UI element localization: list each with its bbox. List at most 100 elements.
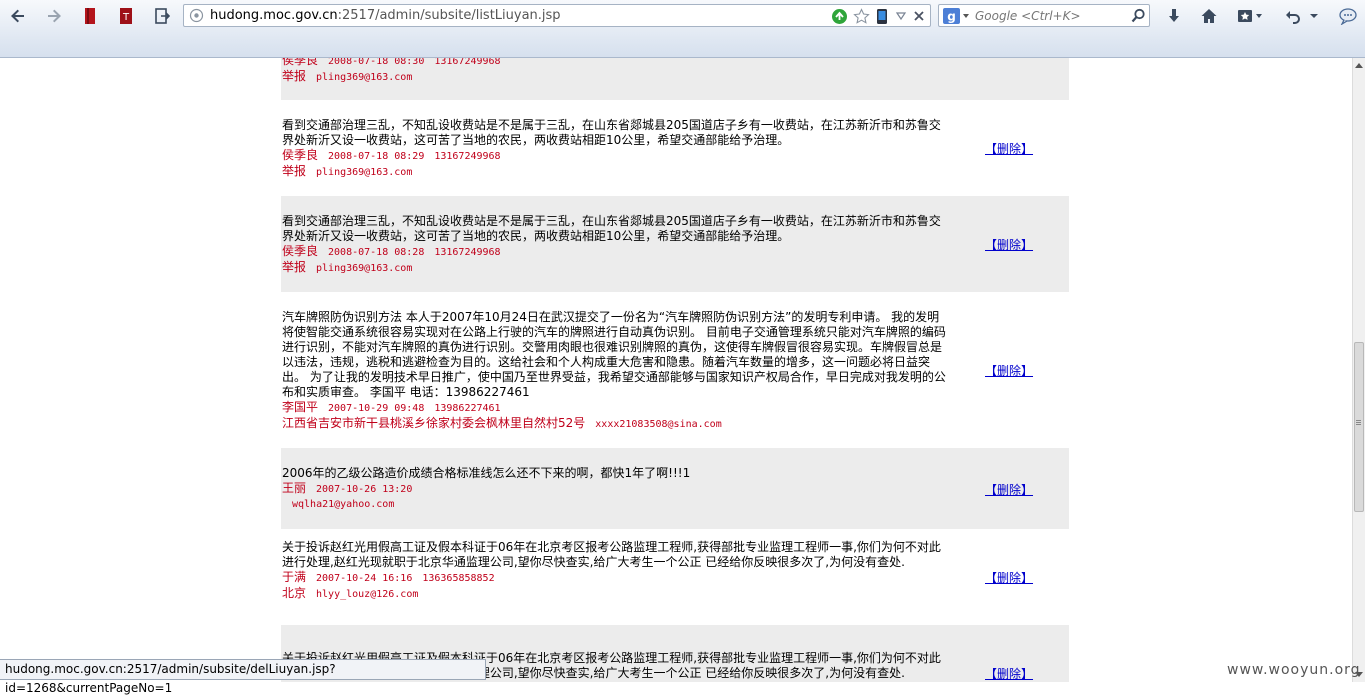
engine-dropdown-icon[interactable] <box>963 14 969 18</box>
author-email: xxxx21083508@sina.com <box>595 419 722 430</box>
bookmark-book-icon[interactable] <box>78 4 102 28</box>
message-author-line: 王丽 2007-10-26 13:20 <box>282 481 950 497</box>
post-time: 2008-07-18 08:28 <box>328 247 425 258</box>
delete-link[interactable]: 【删除】 <box>985 665 1033 682</box>
status-bar-link-preview: hudong.moc.gov.cn:2517/admin/subsite/del… <box>0 659 486 695</box>
search-placeholder: Google <Ctrl+K> <box>975 9 1081 23</box>
undo-dropdown-icon[interactable] <box>1305 4 1323 28</box>
scroll-grip-icon <box>1356 420 1361 421</box>
url-text[interactable]: hudong.moc.gov.cn:2517/admin/subsite/lis… <box>210 8 561 23</box>
scroll-thumb[interactable] <box>1354 342 1364 512</box>
home-icon[interactable] <box>1197 4 1221 28</box>
undo-arrow-icon[interactable] <box>1281 4 1305 28</box>
post-time: 2008-07-18 08:30 <box>328 58 425 67</box>
search-box[interactable]: g Google <Ctrl+K> <box>938 4 1150 27</box>
contact-location: 江西省吉安市新干县桃溪乡徐家村委会枫林里自然村52号 <box>282 416 586 430</box>
author-phone: 13986227461 <box>434 403 501 414</box>
message-contact-line: 举报 pling369@163.com <box>282 164 950 180</box>
author-name: 王丽 <box>282 481 307 495</box>
author-name: 于满 <box>282 570 307 584</box>
message-row: 看到交通部治理三乱，不知乱设收费站是不是属于三乱，在山东省郯城县205国道店子乡… <box>281 100 1069 196</box>
author-email: wqlha21@yahoo.com <box>292 499 395 510</box>
message-author-line: 于满 2007-10-24 16:16 13636585885​2 <box>282 570 950 586</box>
author-name: 侯季良 <box>282 244 319 258</box>
message-author-line: 侯季良 2008-07-18 08:28 13167249968 <box>282 244 950 260</box>
message-contact-line: 江西省吉安市新干县桃溪乡徐家村委会枫林里自然村52号 xxxx21083508@s… <box>282 416 950 432</box>
message-text: 看到交通部治理三乱，不知乱设收费站是不是属于三乱，在山东省郯城县205国道店子乡… <box>282 118 941 147</box>
message-contact-line: wqlha21@yahoo.com <box>282 497 950 512</box>
message-contact-line: 北京 hlyy_louz@126.com <box>282 586 950 602</box>
message-content: 汽车牌照防伪识别方法 本人于2007年10月24日在武汉提交了一份名为“汽车牌照… <box>282 310 950 432</box>
forward-arrow-icon[interactable] <box>42 4 66 28</box>
message-text: 看到交通部治理三乱，不知乱设收费站是不是属于三乱，在山东省郯城县205国道店子乡… <box>282 214 941 243</box>
message-author-line: 侯季良 2008-07-18 08:30 13167249968 <box>282 58 950 69</box>
message-author-line: 侯季良 2008-07-18 08:29 13167249968 <box>282 148 950 164</box>
author-name: 侯季良 <box>282 148 319 162</box>
page-viewport: 侯季良 2008-07-18 08:30 13167249968 举报 pling369… <box>0 58 1352 682</box>
back-arrow-icon[interactable] <box>6 4 30 28</box>
post-time: 2007-10-26 13:20 <box>316 484 413 495</box>
author-phone: 13167249968 <box>434 151 501 162</box>
message-row: 关于投诉赵红光用假高工证及假本科证于06年在北京考区报考公路监理工程师,获得部批… <box>281 529 1069 625</box>
svg-text:T: T <box>122 12 130 23</box>
contact-location: 举报 <box>282 69 307 83</box>
message-content: 2006年的乙级公路造价成绩合格标准线怎么还不下来的啊，都快1年了啊!!!1 王丽… <box>282 466 950 512</box>
author-email: pling369@163.com <box>316 167 413 178</box>
message-content: 看到交通部治理三乱，不知乱设收费站是不是属于三乱，在山东省郯城县205国道店子乡… <box>282 118 950 180</box>
google-g-icon[interactable]: g <box>943 8 960 28</box>
download-arrow-icon[interactable] <box>1162 4 1186 28</box>
author-email: pling369@163.com <box>316 263 413 274</box>
mobile-icon[interactable] <box>874 7 890 25</box>
message-content: 关于投诉赵红光用假高工证及假本科证于06年在北京考区报考公路监理工程师,获得部批… <box>282 540 950 602</box>
url-host: hudong.moc.gov.cn <box>210 8 338 23</box>
vertical-scrollbar[interactable] <box>1352 58 1365 682</box>
post-time: 2008-07-18 08:29 <box>328 151 425 162</box>
delete-link[interactable]: 【删除】 <box>985 481 1033 498</box>
post-time: 2007-10-24 16:16 <box>316 573 413 584</box>
delete-link[interactable]: 【删除】 <box>985 236 1033 253</box>
url-path: :2517/admin/subsite/listLiuyan.jsp <box>337 8 561 23</box>
message-author-line: 李国平 2007-10-29 09:48 13986227461 <box>282 400 950 416</box>
message-contact-line: 举报 pling369@163.com <box>282 260 950 276</box>
delete-link[interactable]: 【删除】 <box>985 362 1033 379</box>
browser-toolbar: T hudong.moc.gov.cn:2517/admin/subsite/l… <box>0 0 1365 58</box>
close-icon[interactable] <box>912 7 926 25</box>
delete-link[interactable]: 【删除】 <box>985 140 1033 157</box>
message-text: 2006年的乙级公路造价成绩合格标准线怎么还不下来的啊，都快1年了啊!!!1 <box>282 466 691 480</box>
bookmarks-menu-icon[interactable] <box>1234 4 1266 28</box>
globe-icon <box>189 8 204 27</box>
message-row: 2006年的乙级公路造价成绩合格标准线怎么还不下来的啊，都快1年了啊!!!1 王丽… <box>281 448 1069 529</box>
page-export-icon[interactable] <box>150 4 174 28</box>
watermark-text: www.wooyun.org <box>1227 662 1361 678</box>
author-name: 侯季良 <box>282 58 319 67</box>
dropdown-icon[interactable] <box>894 7 908 25</box>
scroll-up-arrow-icon[interactable] <box>1355 63 1363 68</box>
message-text: 汽车牌照防伪识别方法 本人于2007年10月24日在武汉提交了一份名为“汽车牌照… <box>282 310 946 399</box>
post-time: 2007-10-29 09:48 <box>328 403 425 414</box>
author-name: 李国平 <box>282 400 319 414</box>
magnifier-icon[interactable] <box>1131 8 1146 27</box>
star-icon[interactable] <box>852 7 870 25</box>
red-book-icon[interactable]: T <box>114 4 138 28</box>
message-row: 看到交通部治理三乱，不知乱设收费站是不是属于三乱，在山东省郯城县205国道店子乡… <box>281 196 1069 292</box>
delete-link[interactable]: 【删除】 <box>985 569 1033 586</box>
author-email: pling369@163.com <box>316 72 413 83</box>
message-contact-line: 举报 pling369@163.com <box>282 69 950 85</box>
message-row: 侯季良 2008-07-18 08:30 13167249968 举报 pling369… <box>281 58 1069 100</box>
chat-bubble-icon[interactable] <box>1336 4 1360 28</box>
author-phone: 13167249968 <box>434 247 501 258</box>
author-email: hlyy_louz@126.com <box>316 589 419 600</box>
contact-location: 举报 <box>282 164 307 178</box>
message-content: 侯季良 2008-07-18 08:30 13167249968 举报 pling369… <box>282 58 950 85</box>
author-phone: 13636585885​2 <box>422 573 495 584</box>
contact-location: 北京 <box>282 586 307 600</box>
go-arrow-icon[interactable] <box>830 7 848 25</box>
svg-text:g: g <box>947 10 956 24</box>
message-list: 侯季良 2008-07-18 08:30 13167249968 举报 pling369… <box>281 58 1069 682</box>
address-bar[interactable]: hudong.moc.gov.cn:2517/admin/subsite/lis… <box>183 4 931 27</box>
author-phone: 13167249968 <box>434 58 501 67</box>
message-row: 汽车牌照防伪识别方法 本人于2007年10月24日在武汉提交了一份名为“汽车牌照… <box>281 292 1069 448</box>
contact-location: 举报 <box>282 260 307 274</box>
message-text: 关于投诉赵红光用假高工证及假本科证于06年在北京考区报考公路监理工程师,获得部批… <box>282 540 941 569</box>
message-content: 看到交通部治理三乱，不知乱设收费站是不是属于三乱，在山东省郯城县205国道店子乡… <box>282 214 950 276</box>
